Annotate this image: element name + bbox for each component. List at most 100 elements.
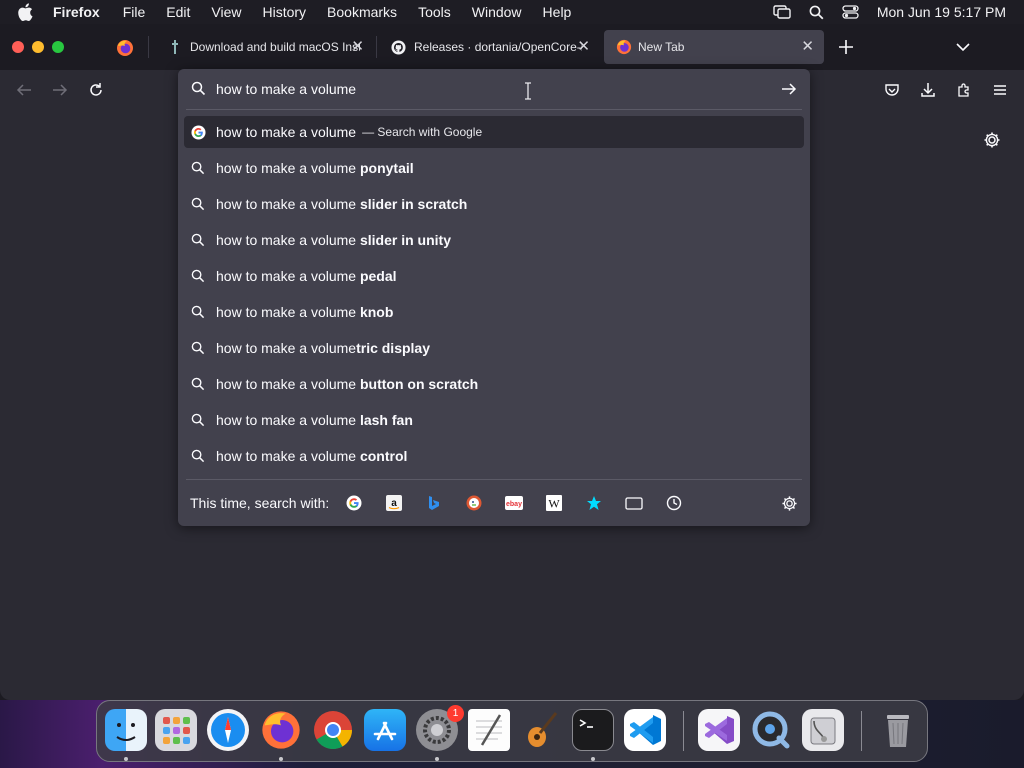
- suggestion-row[interactable]: how to make a volume — Search with Googl…: [184, 116, 804, 148]
- menu-tools[interactable]: Tools: [418, 4, 451, 20]
- downloads-icon[interactable]: [918, 80, 938, 100]
- suggestion-row[interactable]: how to make a volume tric display: [184, 332, 804, 364]
- tab-favicon-icon: [168, 40, 182, 54]
- tab-close-icon[interactable]: ✕: [351, 39, 364, 55]
- browser-window: Download and build macOS Installers ✕ Re…: [0, 24, 1024, 700]
- tab-close-icon[interactable]: ✕: [577, 39, 590, 55]
- forward-arrow-icon[interactable]: [50, 80, 70, 100]
- oneoff-label: This time, search with:: [190, 495, 330, 511]
- suggestion-completion: control: [359, 448, 408, 464]
- menu-file[interactable]: File: [123, 4, 146, 20]
- svg-text:ebay: ebay: [506, 501, 522, 508]
- text-cursor-ibeam-icon: [523, 82, 533, 105]
- menubar-clock[interactable]: Mon Jun 19 5:17 PM: [877, 4, 1006, 20]
- suggestion-row[interactable]: how to make a volume control: [184, 440, 804, 472]
- suggestion-row[interactable]: how to make a volume slider in unity: [184, 224, 804, 256]
- dock-separator: [683, 711, 684, 751]
- finder-icon[interactable]: [105, 709, 147, 751]
- launchpad-icon[interactable]: [155, 709, 197, 751]
- suggestion-completion: slider in scratch: [359, 196, 468, 212]
- chrome-icon[interactable]: [312, 709, 354, 751]
- extensions-puzzle-icon[interactable]: [954, 80, 974, 100]
- new-tab-plus-icon[interactable]: [837, 38, 855, 56]
- close-window-button[interactable]: [12, 41, 24, 53]
- back-arrow-icon[interactable]: [14, 80, 34, 100]
- menu-view[interactable]: View: [211, 4, 241, 20]
- menu-history[interactable]: History: [262, 4, 306, 20]
- textedit-icon[interactable]: [468, 709, 510, 751]
- pocket-icon[interactable]: [882, 80, 902, 100]
- menubar-status-area: Mon Jun 19 5:17 PM: [773, 0, 1006, 24]
- minimize-window-button[interactable]: [32, 41, 44, 53]
- list-all-tabs-chevron-down-icon[interactable]: [955, 39, 973, 55]
- running-indicator: [279, 757, 283, 761]
- vscode-icon[interactable]: [624, 709, 666, 751]
- tab-label: Releases · dortania/OpenCore-Legacy-Patc…: [414, 40, 582, 54]
- tabs-icon[interactable]: [623, 492, 645, 514]
- suggestion-text: how to make a volume: [216, 412, 360, 428]
- reload-icon[interactable]: [86, 80, 106, 100]
- ebay-icon[interactable]: ebay: [503, 492, 525, 514]
- wikipedia-icon[interactable]: W: [543, 492, 565, 514]
- suggestion-text: how to make a volume: [216, 340, 357, 356]
- app-menu-hamburger-icon[interactable]: [990, 80, 1010, 100]
- apple-menu-icon[interactable]: [17, 3, 39, 21]
- terminal-icon[interactable]: [572, 709, 614, 751]
- tab-label: New Tab: [638, 40, 685, 54]
- go-arrow-icon[interactable]: [781, 81, 797, 102]
- history-clock-icon[interactable]: [663, 492, 685, 514]
- newtab-settings-gear-icon[interactable]: [983, 131, 1003, 151]
- suggestion-action-text: — Search with Google: [362, 125, 483, 139]
- suggestion-row[interactable]: how to make a volume knob: [184, 296, 804, 328]
- suggestion-row[interactable]: how to make a volume pedal: [184, 260, 804, 292]
- garageband-guitar-icon[interactable]: [520, 709, 562, 751]
- running-indicator: [435, 757, 439, 761]
- safari-icon[interactable]: [207, 709, 249, 751]
- amazon-icon[interactable]: a: [383, 492, 405, 514]
- suggestion-row[interactable]: how to make a volume ponytail: [184, 152, 804, 184]
- tab-close-icon[interactable]: ✕: [801, 39, 814, 55]
- bookmarks-star-icon[interactable]: [583, 492, 605, 514]
- oneoff-search-bar: This time, search with: a ebay W: [178, 483, 810, 523]
- svg-text:W: W: [549, 497, 561, 511]
- visual-studio-icon[interactable]: [698, 709, 740, 751]
- suggestion-row[interactable]: how to make a volume button on scratch: [184, 368, 804, 400]
- disk-utility-icon[interactable]: [802, 709, 844, 751]
- urlbar-input[interactable]: [216, 79, 756, 99]
- google-icon: [190, 124, 206, 140]
- suggestion-completion: pedal: [359, 268, 397, 284]
- urlbar-search-icon: [191, 81, 206, 101]
- tab-download-macos[interactable]: Download and build macOS Installers ✕: [156, 30, 374, 64]
- menu-app-name[interactable]: Firefox: [53, 4, 100, 20]
- suggestion-row[interactable]: how to make a volume lash fan: [184, 404, 804, 436]
- duckduckgo-icon[interactable]: [463, 492, 485, 514]
- trash-icon[interactable]: [877, 709, 919, 751]
- tab-separator: [148, 36, 149, 58]
- menu-edit[interactable]: Edit: [166, 4, 190, 20]
- app-store-icon[interactable]: [364, 709, 406, 751]
- suggestion-row[interactable]: how to make a volume slider in scratch: [184, 188, 804, 220]
- search-icon: [190, 196, 206, 212]
- menu-bookmarks[interactable]: Bookmarks: [327, 4, 397, 20]
- firefox-icon: [616, 39, 632, 55]
- bing-icon[interactable]: [423, 492, 445, 514]
- menu-window[interactable]: Window: [472, 4, 522, 20]
- control-center-icon[interactable]: [842, 5, 859, 19]
- search-settings-gear-icon[interactable]: [781, 495, 798, 517]
- pinned-tab-firefox[interactable]: [116, 39, 134, 57]
- zoom-window-button[interactable]: [52, 41, 64, 53]
- suggestion-text: how to make a volume: [216, 268, 360, 284]
- system-settings-icon[interactable]: 1: [416, 705, 464, 751]
- tab-new-tab[interactable]: New Tab ✕: [604, 30, 824, 64]
- urlbar-popup: how to make a volume — Search with Googl…: [178, 69, 810, 526]
- google-icon[interactable]: [343, 492, 365, 514]
- suggestion-completion: button on scratch: [359, 376, 479, 392]
- search-icon: [190, 232, 206, 248]
- firefox-dock-icon[interactable]: [260, 709, 302, 751]
- svg-text:a: a: [391, 498, 397, 509]
- menu-help[interactable]: Help: [543, 4, 572, 20]
- quicktime-icon[interactable]: [750, 709, 792, 751]
- tab-opencore-releases[interactable]: Releases · dortania/OpenCore-Legacy-Patc…: [378, 30, 600, 64]
- screen-mirroring-icon[interactable]: [773, 5, 791, 19]
- spotlight-search-icon[interactable]: [809, 5, 824, 20]
